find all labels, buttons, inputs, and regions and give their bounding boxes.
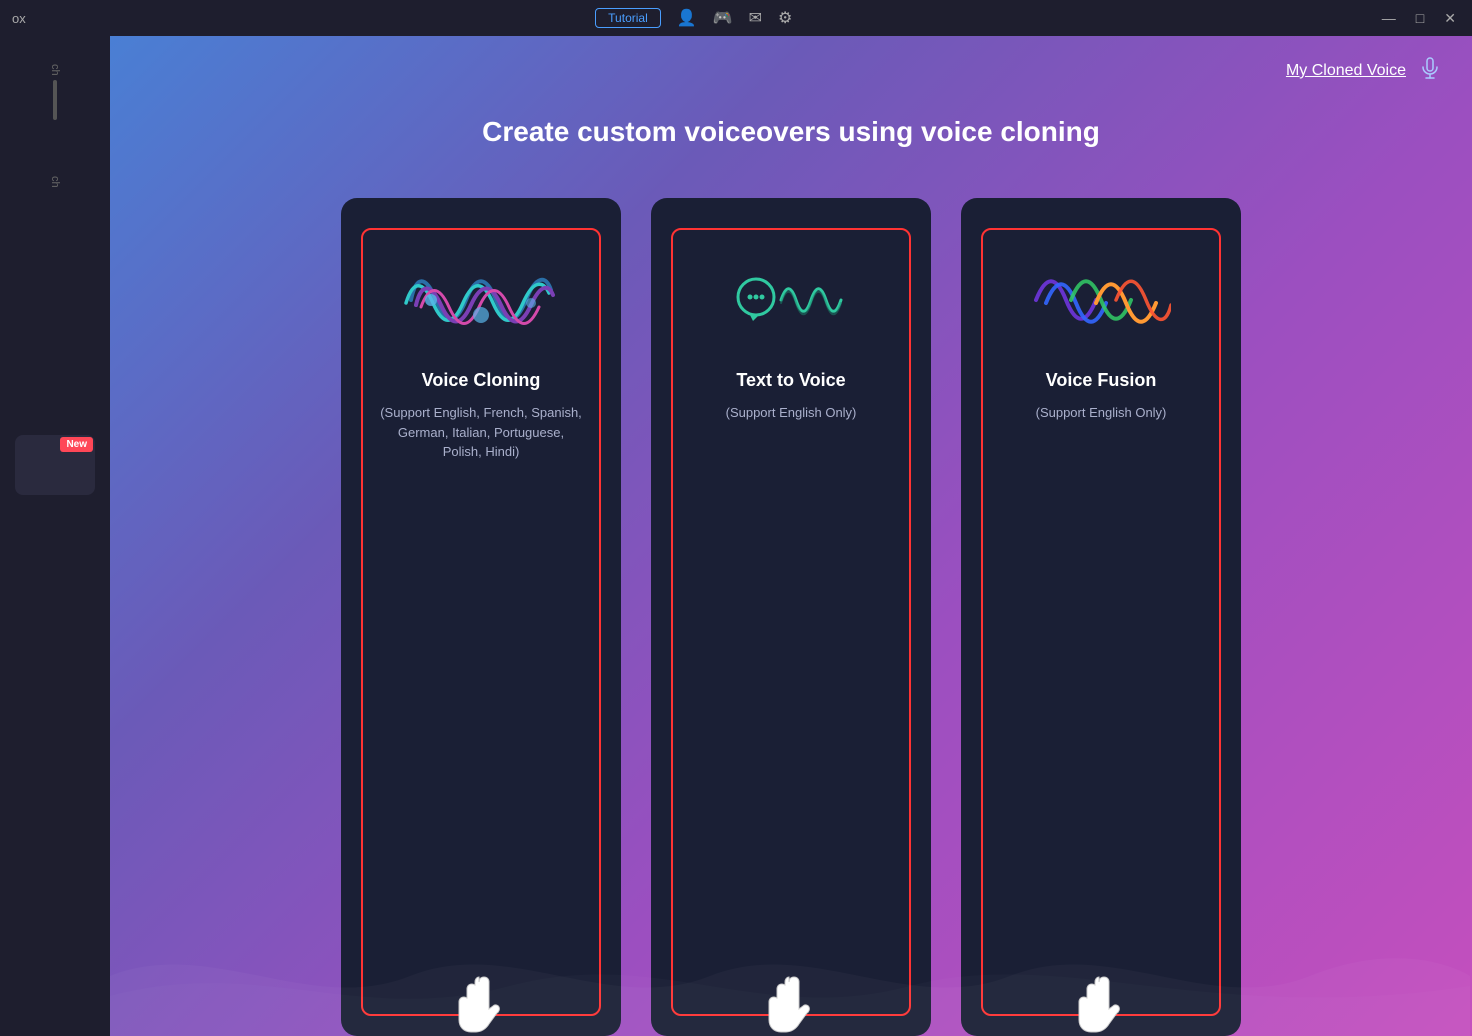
- text-to-voice-card-inner: Text to Voice (Support English Only): [671, 228, 911, 1016]
- new-badge: New: [60, 437, 93, 452]
- gamepad-icon[interactable]: 🎮: [713, 8, 733, 28]
- main-content: My Cloned Voice Create custom voiceovers…: [110, 36, 1472, 1036]
- voice-cloning-subtitle: (Support English, French, Spanish, Germa…: [378, 403, 584, 462]
- voice-fusion-card[interactable]: Voice Fusion (Support English Only): [961, 198, 1241, 1036]
- title-bar-icons: 👤 🎮 ✉ ⚙: [677, 8, 793, 28]
- voice-fusion-title: Voice Fusion: [1046, 370, 1157, 391]
- tutorial-button[interactable]: Tutorial: [595, 8, 661, 28]
- sidebar-new-item[interactable]: New: [15, 435, 95, 495]
- voice-cloning-card[interactable]: Voice Cloning (Support English, French, …: [341, 198, 621, 1036]
- window-controls: — □ ✕: [1378, 8, 1460, 29]
- voice-fusion-subtitle: (Support English Only): [1036, 403, 1167, 423]
- sidebar-label-ch-2: ch: [49, 176, 61, 188]
- close-button[interactable]: ✕: [1440, 8, 1460, 29]
- sidebar: ch ch New: [0, 36, 110, 1036]
- my-cloned-voice-link[interactable]: My Cloned Voice: [1286, 62, 1406, 80]
- minimize-button[interactable]: —: [1378, 8, 1400, 28]
- sidebar-scrollbar: [53, 80, 57, 120]
- sidebar-item-search-top[interactable]: ch: [0, 56, 110, 128]
- text-to-voice-hand-cursor: [761, 974, 821, 1036]
- sidebar-item-search-bottom[interactable]: ch: [0, 168, 110, 196]
- text-to-voice-title: Text to Voice: [736, 370, 845, 391]
- title-bar-left: ox: [12, 11, 26, 26]
- app-name: ox: [12, 11, 26, 26]
- title-bar-center: Tutorial 👤 🎮 ✉ ⚙: [595, 8, 792, 28]
- voice-cloning-hand-cursor: [451, 974, 511, 1036]
- voice-fusion-icon-area: [1031, 260, 1171, 340]
- title-bar: ox Tutorial 👤 🎮 ✉ ⚙ — □ ✕: [0, 0, 1472, 36]
- voice-fusion-card-inner: Voice Fusion (Support English Only): [981, 228, 1221, 1016]
- voice-cloning-title: Voice Cloning: [422, 370, 541, 391]
- text-to-voice-subtitle: (Support English Only): [726, 403, 857, 423]
- cards-container: Voice Cloning (Support English, French, …: [110, 198, 1472, 1036]
- microphone-icon[interactable]: [1418, 56, 1442, 86]
- text-to-voice-card[interactable]: Text to Voice (Support English Only): [651, 198, 931, 1036]
- top-right: My Cloned Voice: [1286, 56, 1442, 86]
- voice-fusion-hand-cursor: [1071, 974, 1131, 1036]
- settings-icon[interactable]: ⚙: [778, 8, 792, 28]
- voice-cloning-card-inner: Voice Cloning (Support English, French, …: [361, 228, 601, 1016]
- mail-icon[interactable]: ✉: [749, 8, 762, 28]
- sidebar-label-ch-1: ch: [49, 64, 61, 76]
- user-icon[interactable]: 👤: [677, 8, 697, 28]
- voice-cloning-icon-area: [401, 260, 561, 340]
- main-layout: ch ch New My Cloned Voice Creat: [0, 36, 1472, 1036]
- maximize-button[interactable]: □: [1412, 8, 1428, 28]
- text-to-voice-icon-area: [731, 260, 851, 340]
- page-title: Create custom voiceovers using voice clo…: [110, 116, 1472, 148]
